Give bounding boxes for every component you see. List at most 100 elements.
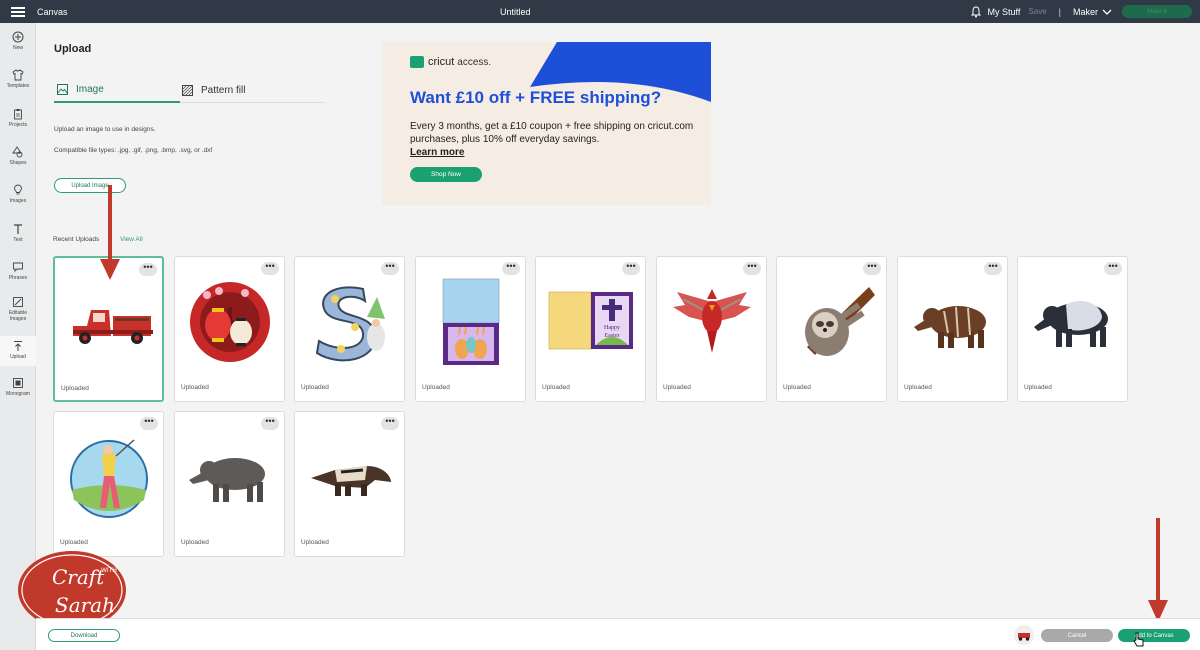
- upload-card[interactable]: ••• Uploaded: [656, 256, 767, 402]
- more-options-icon[interactable]: •••: [261, 262, 279, 275]
- sidebar-item-images[interactable]: Images: [0, 184, 36, 204]
- bell-icon[interactable]: [970, 5, 982, 18]
- more-options-icon[interactable]: •••: [1104, 262, 1122, 275]
- card-label: Uploaded: [61, 385, 89, 392]
- sidebar-item-label: Projects: [8, 122, 28, 128]
- svg-text:Easter: Easter: [605, 333, 620, 339]
- annotation-arrow-down-icon: [1148, 518, 1168, 622]
- plus-circle-icon: [12, 31, 24, 43]
- machine-selector[interactable]: Maker: [1073, 7, 1098, 17]
- letter-s-gnome-image: [315, 286, 385, 362]
- sidebar-item-monogram[interactable]: Monogram: [0, 377, 36, 397]
- card-label: Uploaded: [181, 539, 209, 546]
- more-options-icon[interactable]: •••: [622, 262, 640, 275]
- sidebar-item-label: Images: [9, 198, 27, 204]
- upload-card[interactable]: ••• Uploaded: [415, 256, 526, 402]
- more-options-icon[interactable]: •••: [863, 262, 881, 275]
- download-button[interactable]: Download: [48, 629, 120, 642]
- upload-card[interactable]: ••• Uploaded: [174, 411, 285, 557]
- happy-easter-card-image: Happy Easter: [548, 291, 633, 350]
- more-options-icon[interactable]: •••: [502, 262, 520, 275]
- save-button[interactable]: Save: [1028, 7, 1046, 16]
- card-label: Uploaded: [663, 384, 691, 391]
- upload-card[interactable]: ••• Uploaded: [174, 256, 285, 402]
- pattern-icon: [182, 85, 193, 96]
- more-options-icon[interactable]: •••: [743, 262, 761, 275]
- sidebar-item-label: Text: [13, 237, 23, 243]
- upload-tabs: Image Pattern fill: [54, 78, 325, 103]
- card-label: Uploaded: [904, 384, 932, 391]
- upload-card[interactable]: ••• Uploaded: [897, 256, 1008, 402]
- sloth-image: [805, 287, 875, 356]
- monogram-icon: [13, 378, 23, 388]
- shapes-icon: [12, 146, 23, 158]
- sidebar-item-shapes[interactable]: Shapes: [0, 146, 36, 166]
- sidebar-item-new[interactable]: New: [0, 31, 36, 51]
- card-label: Uploaded: [301, 539, 329, 546]
- menu-icon[interactable]: [11, 6, 25, 17]
- more-options-icon[interactable]: •••: [984, 262, 1002, 275]
- cursor-hand-icon: [1133, 632, 1144, 647]
- bottom-action-bar: Download Cancel Add to Canvas: [36, 618, 1200, 650]
- tapir-image: [189, 458, 265, 502]
- recent-uploads-label: Recent Uploads: [53, 236, 100, 243]
- sidebar-item-text[interactable]: Text: [0, 223, 36, 243]
- card-label: Uploaded: [542, 384, 570, 391]
- card-label: Uploaded: [422, 384, 450, 391]
- upload-card[interactable]: ••• Uploaded: [776, 256, 887, 402]
- upload-icon: [14, 341, 22, 351]
- logo-text-craft: Craft: [52, 565, 105, 589]
- lightbulb-icon: [14, 184, 22, 195]
- cricut-logo-icon: [410, 56, 424, 68]
- upload-card[interactable]: ••• Uploaded: [1017, 256, 1128, 402]
- upload-card[interactable]: ••• Happy Easter Uploaded: [535, 256, 646, 402]
- more-options-icon[interactable]: •••: [381, 262, 399, 275]
- cardinal-bird-image: [673, 289, 751, 353]
- view-all-link[interactable]: View All: [120, 236, 143, 243]
- ad-headline: Want £10 off + FREE shipping?: [410, 88, 662, 107]
- add-to-canvas-button[interactable]: Add to Canvas: [1118, 629, 1190, 642]
- cricut-access-logo: cricut access.: [410, 56, 491, 68]
- upload-card[interactable]: ••• Uploaded: [53, 411, 164, 557]
- sidebar-item-label: Phrases: [8, 275, 28, 281]
- chevron-down-icon[interactable]: [1102, 8, 1112, 16]
- document-title[interactable]: Untitled: [500, 7, 531, 17]
- sidebar-item-editable-images[interactable]: Editable Images: [0, 296, 36, 322]
- sidebar-item-label: Monogram: [6, 391, 30, 397]
- image-icon: [57, 84, 68, 95]
- sidebar-item-label: Shapes: [9, 160, 27, 166]
- tab-label: Pattern fill: [201, 85, 246, 96]
- sidebar-item-projects[interactable]: Projects: [0, 108, 36, 128]
- anteater-image: [311, 466, 391, 496]
- upload-description: Upload an image to use in designs.: [54, 126, 156, 133]
- ad-body: Every 3 months, get a £10 coupon + free …: [410, 121, 694, 145]
- my-stuff-link[interactable]: My Stuff: [988, 7, 1021, 17]
- chinese-lantern-image: [190, 282, 270, 362]
- ad-brand-suffix: access.: [457, 56, 492, 68]
- tab-pattern-fill[interactable]: Pattern fill: [182, 78, 245, 103]
- sidebar-item-templates[interactable]: Templates: [0, 69, 36, 89]
- sidebar-item-phrases[interactable]: Phrases: [0, 261, 36, 281]
- ad-learn-more-link[interactable]: Learn more: [410, 147, 464, 158]
- upload-card[interactable]: ••• Uploaded: [294, 411, 405, 557]
- make-it-button[interactable]: Make It: [1122, 5, 1192, 18]
- malayan-tapir-image: [1034, 301, 1108, 347]
- tab-label: Image: [76, 84, 104, 95]
- more-options-icon[interactable]: •••: [261, 417, 279, 430]
- more-options-icon[interactable]: •••: [139, 263, 157, 276]
- shirt-icon: [12, 69, 24, 81]
- tab-image[interactable]: Image: [54, 78, 180, 103]
- upload-card[interactable]: ••• Uploaded: [294, 256, 405, 402]
- sidebar-item-label: Templates: [6, 83, 30, 89]
- baby-tapir-image: [914, 306, 986, 348]
- cricut-access-ad[interactable]: cricut access. Want £10 off + FREE shipp…: [382, 42, 711, 205]
- cancel-button[interactable]: Cancel: [1041, 629, 1113, 642]
- sidebar-item-label: Upload: [10, 354, 26, 360]
- more-options-icon[interactable]: •••: [140, 417, 158, 430]
- sidebar-item-upload[interactable]: Upload: [0, 336, 36, 366]
- more-options-icon[interactable]: •••: [381, 417, 399, 430]
- top-bar: Canvas Untitled My Stuff Save | Maker Ma…: [0, 0, 1200, 23]
- sidebar-item-label: New: [12, 45, 23, 51]
- ad-shop-now-button[interactable]: Shop Now: [410, 167, 482, 182]
- editable-image-icon: [13, 297, 23, 307]
